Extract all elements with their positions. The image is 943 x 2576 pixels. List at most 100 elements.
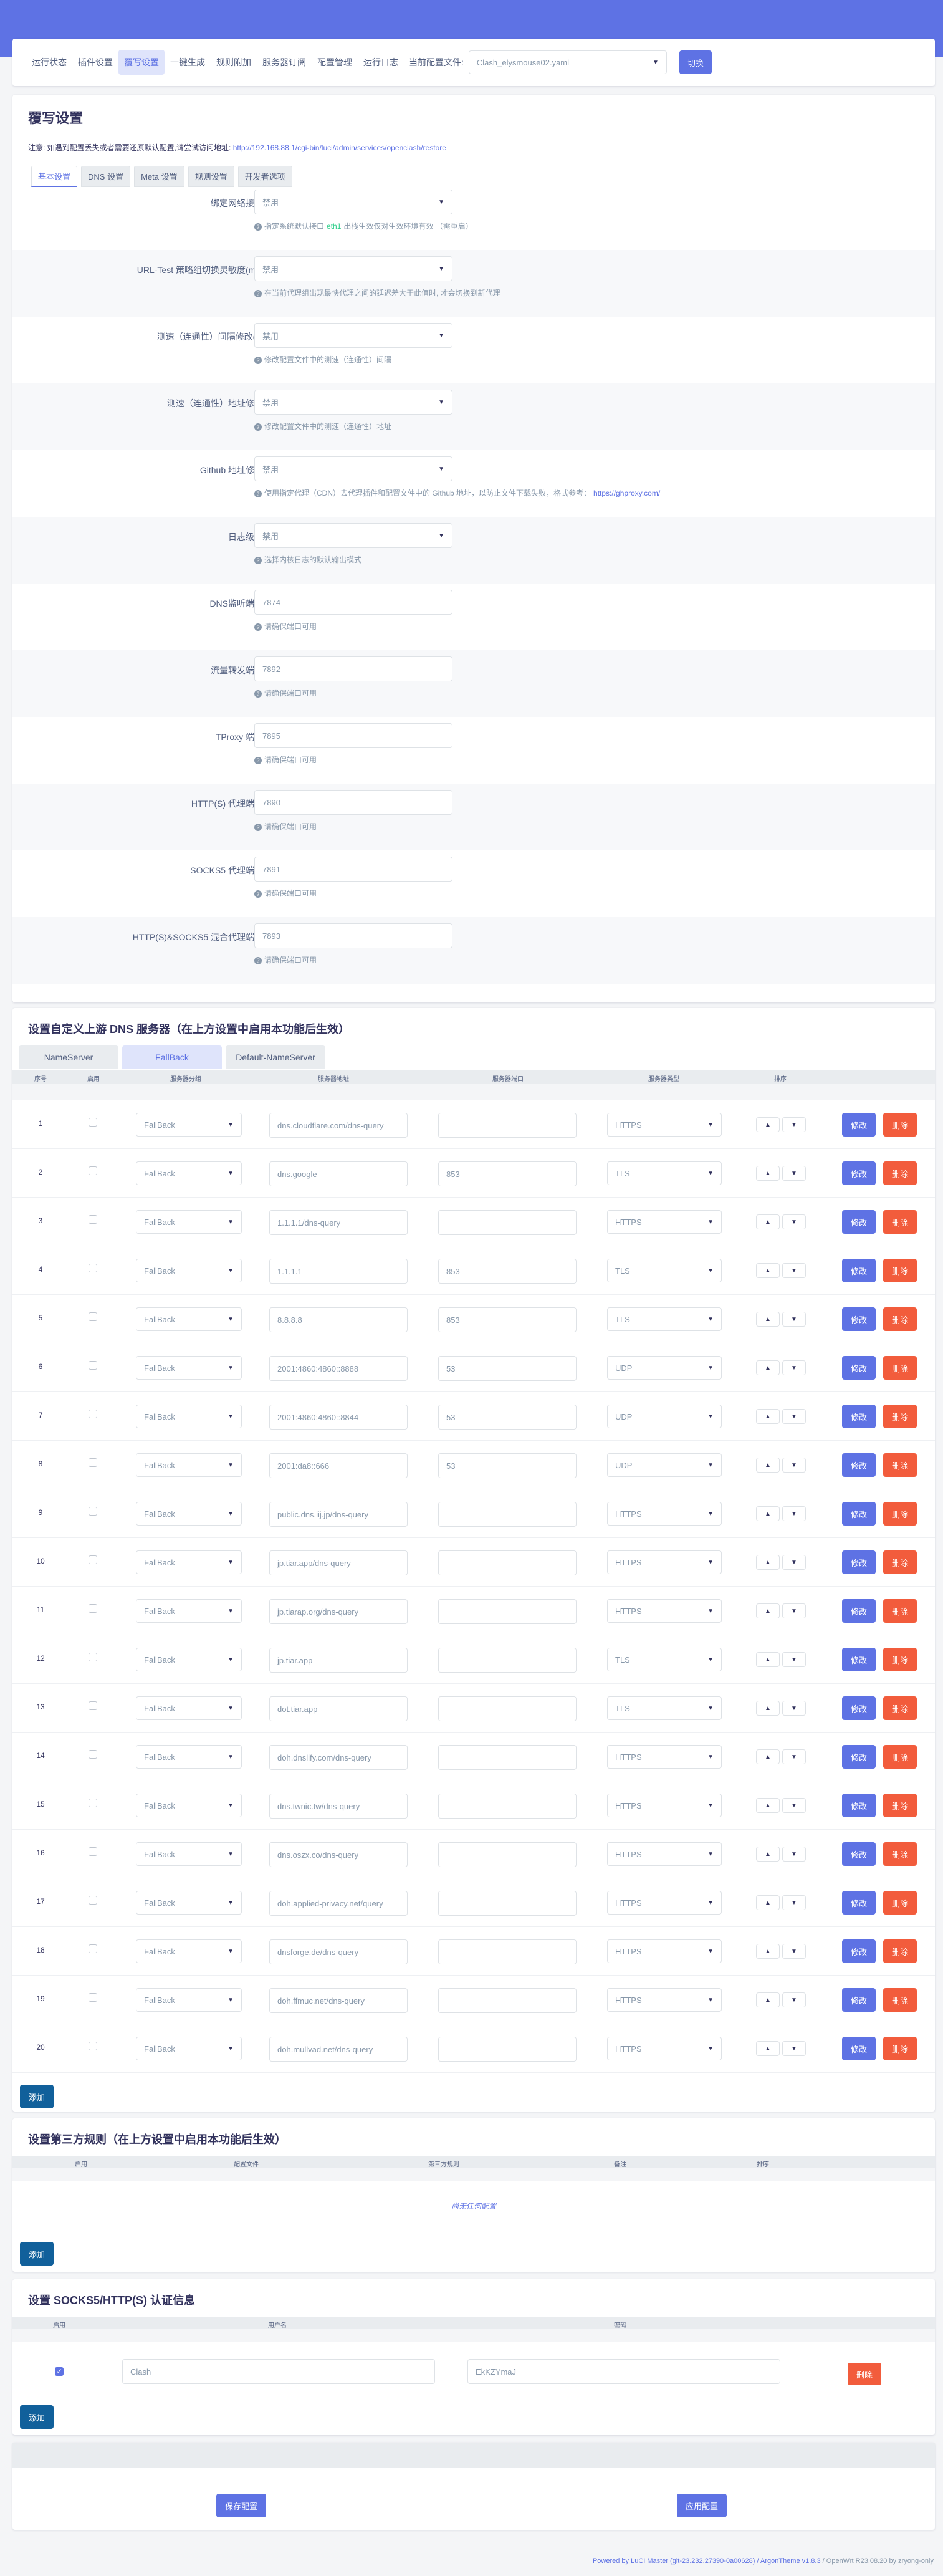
move-down-icon[interactable]: ▼: [782, 1555, 806, 1570]
dns-type-select[interactable]: TLS ▼: [607, 1307, 722, 1331]
dns-type-select[interactable]: HTTPS ▼: [607, 2037, 722, 2060]
dns-port-input[interactable]: [438, 1550, 577, 1575]
edit-dns-button[interactable]: 修改: [842, 1696, 876, 1720]
move-down-icon[interactable]: ▼: [782, 1263, 806, 1278]
socks-password-input[interactable]: EkKZYmaJ: [467, 2359, 780, 2384]
dns-address-input[interactable]: 2001:4860:4860::8844: [269, 1405, 408, 1430]
delete-dns-button[interactable]: 删除: [883, 1842, 917, 1866]
dns-enable-checkbox[interactable]: [89, 1555, 97, 1564]
dns-group-select[interactable]: FallBack ▼: [136, 1453, 242, 1477]
delete-dns-button[interactable]: 删除: [883, 1648, 917, 1671]
dns-type-select[interactable]: UDP ▼: [607, 1405, 722, 1428]
dns-group-select[interactable]: FallBack ▼: [136, 2037, 242, 2060]
delete-dns-button[interactable]: 删除: [883, 1939, 917, 1963]
tab-nameserver[interactable]: NameServer: [19, 1045, 118, 1069]
dns-port-input[interactable]: [438, 1842, 577, 1867]
delete-dns-button[interactable]: 删除: [883, 1502, 917, 1526]
edit-dns-button[interactable]: 修改: [842, 1988, 876, 2012]
setting-select[interactable]: 禁用 ▼: [254, 256, 452, 281]
move-down-icon[interactable]: ▼: [782, 1895, 806, 1910]
edit-dns-button[interactable]: 修改: [842, 1453, 876, 1477]
setting-input[interactable]: 7895: [254, 723, 452, 748]
dns-address-input[interactable]: doh.applied-privacy.net/query: [269, 1891, 408, 1916]
tab-fallback[interactable]: FallBack: [122, 1045, 222, 1069]
dns-group-select[interactable]: FallBack ▼: [136, 1939, 242, 1963]
dns-type-select[interactable]: HTTPS ▼: [607, 1550, 722, 1574]
dns-enable-checkbox[interactable]: [89, 1799, 97, 1807]
setting-select[interactable]: 禁用 ▼: [254, 456, 452, 481]
dns-group-select[interactable]: FallBack ▼: [136, 1550, 242, 1574]
dns-type-select[interactable]: HTTPS ▼: [607, 1891, 722, 1915]
apply-config-button[interactable]: 应用配置: [677, 2494, 727, 2517]
dns-address-input[interactable]: jp.tiar.app/dns-query: [269, 1550, 408, 1575]
dns-type-select[interactable]: TLS ▼: [607, 1161, 722, 1185]
setting-input[interactable]: 7890: [254, 790, 452, 815]
dns-group-select[interactable]: FallBack ▼: [136, 1696, 242, 1720]
dns-port-input[interactable]: [438, 1891, 577, 1916]
edit-dns-button[interactable]: 修改: [842, 1161, 876, 1185]
dns-address-input[interactable]: 1.1.1.1: [269, 1259, 408, 1284]
dns-port-input[interactable]: [438, 2037, 577, 2062]
delete-dns-button[interactable]: 删除: [883, 1161, 917, 1185]
dns-group-select[interactable]: FallBack ▼: [136, 1794, 242, 1817]
move-down-icon[interactable]: ▼: [782, 1506, 806, 1521]
dns-group-select[interactable]: FallBack ▼: [136, 1161, 242, 1185]
dns-group-select[interactable]: FallBack ▼: [136, 1745, 242, 1769]
dns-group-select[interactable]: FallBack ▼: [136, 1599, 242, 1623]
edit-dns-button[interactable]: 修改: [842, 1648, 876, 1671]
dns-port-input[interactable]: 853: [438, 1259, 577, 1284]
dns-group-select[interactable]: FallBack ▼: [136, 1259, 242, 1282]
add-socks-button[interactable]: 添加: [20, 2405, 54, 2429]
edit-dns-button[interactable]: 修改: [842, 1113, 876, 1137]
delete-dns-button[interactable]: 删除: [883, 1550, 917, 1574]
add-third-rule-button[interactable]: 添加: [20, 2242, 54, 2266]
tab-rules-append[interactable]: 规则附加: [211, 50, 257, 75]
dns-address-input[interactable]: 8.8.8.8: [269, 1307, 408, 1332]
dns-enable-checkbox[interactable]: [89, 1215, 97, 1224]
move-up-icon[interactable]: ▲: [756, 1798, 780, 1813]
dns-port-input[interactable]: 853: [438, 1161, 577, 1186]
delete-dns-button[interactable]: 删除: [883, 1113, 917, 1137]
dns-enable-checkbox[interactable]: [89, 2042, 97, 2050]
socks-username-input[interactable]: Clash: [122, 2359, 435, 2384]
dns-port-input[interactable]: [438, 1210, 577, 1235]
dns-address-input[interactable]: dns.oszx.co/dns-query: [269, 1842, 408, 1867]
dns-type-select[interactable]: HTTPS ▼: [607, 1988, 722, 2012]
move-up-icon[interactable]: ▲: [756, 1701, 780, 1716]
move-up-icon[interactable]: ▲: [756, 1117, 780, 1132]
edit-dns-button[interactable]: 修改: [842, 1405, 876, 1428]
edit-dns-button[interactable]: 修改: [842, 1939, 876, 1963]
dns-port-input[interactable]: [438, 1113, 577, 1138]
dns-group-select[interactable]: FallBack ▼: [136, 1405, 242, 1428]
dns-port-input[interactable]: [438, 1648, 577, 1673]
move-up-icon[interactable]: ▲: [756, 1944, 780, 1959]
edit-dns-button[interactable]: 修改: [842, 2037, 876, 2060]
setting-select[interactable]: 禁用 ▼: [254, 523, 452, 548]
delete-dns-button[interactable]: 删除: [883, 1453, 917, 1477]
dns-group-select[interactable]: FallBack ▼: [136, 1307, 242, 1331]
move-down-icon[interactable]: ▼: [782, 1409, 806, 1424]
dns-group-select[interactable]: FallBack ▼: [136, 1113, 242, 1137]
edit-dns-button[interactable]: 修改: [842, 1745, 876, 1769]
setting-input[interactable]: 7892: [254, 656, 452, 681]
move-down-icon[interactable]: ▼: [782, 1944, 806, 1959]
tab-default-nameserver[interactable]: Default-NameServer: [226, 1045, 325, 1069]
delete-dns-button[interactable]: 删除: [883, 1745, 917, 1769]
dns-type-select[interactable]: TLS ▼: [607, 1648, 722, 1671]
dns-group-select[interactable]: FallBack ▼: [136, 1356, 242, 1380]
copyright-link[interactable]: Powered by LuCI Master (git-23.232.27390…: [593, 2557, 821, 2565]
edit-dns-button[interactable]: 修改: [842, 1599, 876, 1623]
dns-enable-checkbox[interactable]: [89, 1653, 97, 1661]
dns-enable-checkbox[interactable]: [89, 1944, 97, 1953]
move-up-icon[interactable]: ▲: [756, 1506, 780, 1521]
dns-enable-checkbox[interactable]: [89, 1264, 97, 1272]
delete-dns-button[interactable]: 删除: [883, 1259, 917, 1282]
move-up-icon[interactable]: ▲: [756, 1555, 780, 1570]
dns-address-input[interactable]: dot.tiar.app: [269, 1696, 408, 1721]
dns-group-select[interactable]: FallBack ▼: [136, 1502, 242, 1526]
dns-type-select[interactable]: HTTPS ▼: [607, 1939, 722, 1963]
edit-dns-button[interactable]: 修改: [842, 1307, 876, 1331]
delete-dns-button[interactable]: 删除: [883, 1599, 917, 1623]
move-down-icon[interactable]: ▼: [782, 1312, 806, 1327]
edit-dns-button[interactable]: 修改: [842, 1550, 876, 1574]
